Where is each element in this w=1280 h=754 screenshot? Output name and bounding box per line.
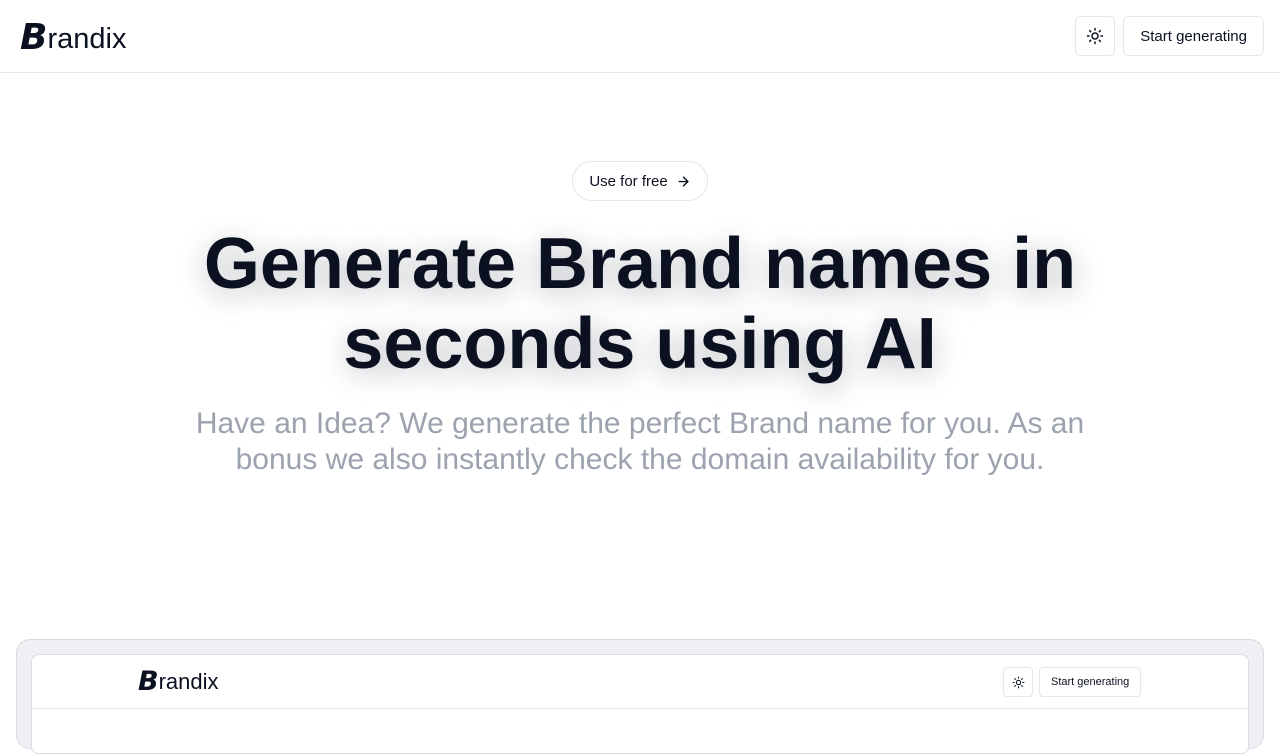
hero-headline: Generate Brand names in seconds using AI (140, 224, 1140, 384)
preview-logo-text: randix (158, 669, 219, 694)
sun-icon (1087, 27, 1104, 45)
preview-actions: Start generating (1003, 667, 1142, 697)
preview-header: B randix Start generating (32, 655, 1248, 709)
brand-logo[interactable]: B randix (20, 16, 126, 56)
preview-logo-mark: B (138, 666, 159, 697)
logo-text: randix (47, 23, 127, 55)
header-actions: Start generating (1075, 16, 1264, 56)
preview-theme-toggle (1003, 667, 1033, 697)
app-preview-screen: B randix Start generating (31, 654, 1249, 754)
start-generating-button[interactable]: Start generating (1123, 16, 1264, 56)
preview-start-generating-button: Start generating (1039, 667, 1142, 697)
site-header: B randix Start generating (0, 0, 1280, 73)
subhead-line-1: Have an Idea? We generate the perfect Br… (195, 407, 1085, 440)
theme-toggle-button[interactable] (1075, 16, 1116, 56)
sun-icon (1012, 676, 1024, 688)
arrow-right-icon (678, 175, 689, 187)
preview-logo: B randix (138, 668, 219, 695)
logo-mark: B (20, 17, 47, 58)
headline-line-1: Generate Brand names in (203, 224, 1077, 304)
pill-label: Use for free (589, 172, 668, 190)
subhead-line-2: bonus we also instantly check the domain… (235, 443, 1045, 476)
headline-line-2: seconds using AI (343, 304, 937, 384)
hero-subheading: Have an Idea? We generate the perfect Br… (150, 406, 1130, 478)
use-for-free-link[interactable]: Use for free (572, 161, 708, 201)
